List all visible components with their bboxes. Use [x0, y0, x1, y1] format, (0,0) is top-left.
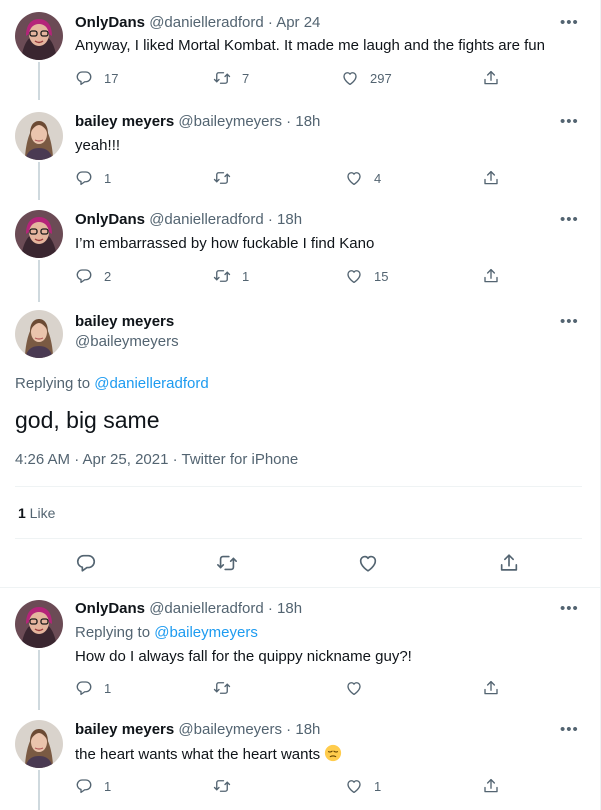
tweet-header: bailey meyers @baileymeyers · 18h: [75, 720, 320, 740]
display-name[interactable]: bailey meyers: [75, 313, 174, 330]
reply-icon: [75, 552, 97, 574]
timestamp[interactable]: 18h: [277, 600, 302, 617]
tweet-text: the heart wants what the heart wants: [75, 744, 342, 765]
like-total: 1: [18, 505, 26, 521]
tweet-header: OnlyDans @danielleradford · 18h: [75, 599, 302, 619]
tweet-text: god, big same: [15, 407, 160, 433]
thread-line: [38, 650, 40, 710]
reply-icon: [75, 679, 93, 697]
tweet-actions: 1: [75, 678, 515, 698]
share-button[interactable]: [482, 776, 500, 796]
pensive-face-emoji-icon: [325, 744, 342, 762]
replying-to: Replying to @danielleradford: [15, 374, 209, 394]
share-icon: [498, 552, 520, 574]
user-handle[interactable]: @baileymeyers: [75, 333, 179, 350]
like-button[interactable]: [345, 678, 374, 698]
retweet-icon: [213, 679, 231, 697]
like-summary[interactable]: 1 Like: [18, 503, 55, 523]
more-options-icon[interactable]: •••: [560, 722, 582, 741]
separator: ·: [282, 721, 296, 738]
tweet-text: How do I always fall for the quippy nick…: [75, 648, 412, 665]
retweet-button[interactable]: [216, 551, 238, 575]
reply-icon: [75, 777, 93, 795]
share-button[interactable]: [482, 678, 500, 698]
reply-count: 1: [104, 778, 112, 794]
retweet-icon: [216, 552, 238, 574]
main-tweet-actions: [75, 551, 515, 575]
avatar[interactable]: [15, 310, 63, 358]
more-options-icon[interactable]: •••: [560, 601, 582, 620]
user-handle[interactable]: @danielleradford: [149, 600, 263, 617]
thread-line: [38, 770, 40, 810]
retweet-icon: [213, 777, 231, 795]
main-tweet: bailey meyers @baileymeyers ••• Replying…: [0, 0, 600, 587]
divider: [15, 486, 582, 487]
replying-to-label: Replying to: [15, 375, 95, 392]
reply-button[interactable]: 1: [75, 776, 111, 796]
user-handle[interactable]: @baileymeyers: [178, 721, 282, 738]
like-icon: [345, 777, 363, 795]
reply-2[interactable]: bailey meyers @baileymeyers · 18h ••• th…: [0, 708, 600, 810]
more-options-icon[interactable]: •••: [560, 314, 582, 333]
like-icon: [345, 679, 363, 697]
like-count: 1: [374, 778, 382, 794]
share-icon: [482, 679, 500, 697]
separator: ·: [263, 600, 278, 617]
tweet-text-content: the heart wants what the heart wants: [75, 746, 321, 763]
reply-button[interactable]: 1: [75, 678, 111, 698]
replying-to-link[interactable]: @danielleradford: [94, 375, 208, 392]
retweet-button[interactable]: [213, 678, 242, 698]
divider: [15, 538, 582, 539]
like-label: Like: [25, 505, 56, 521]
display-name[interactable]: bailey meyers: [75, 721, 174, 738]
like-button[interactable]: [357, 551, 379, 575]
display-name[interactable]: OnlyDans: [75, 600, 145, 617]
replying-to: Replying to @baileymeyers: [75, 623, 258, 643]
share-button[interactable]: [498, 551, 520, 575]
like-button[interactable]: 1: [345, 776, 381, 796]
timestamp[interactable]: 18h: [295, 721, 320, 738]
tweet-timestamp[interactable]: 4:26 AM · Apr 25, 2021 · Twitter for iPh…: [15, 450, 298, 470]
avatar[interactable]: [15, 600, 63, 648]
reply-1[interactable]: OnlyDans @danielleradford · 18h ••• Repl…: [0, 588, 600, 710]
share-icon: [482, 777, 500, 795]
avatar[interactable]: [15, 720, 63, 768]
reply-count: 1: [104, 680, 112, 696]
replying-to-link[interactable]: @baileymeyers: [154, 624, 258, 641]
tweet-actions: 1 1: [75, 776, 515, 796]
like-icon: [357, 552, 379, 574]
reply-button[interactable]: [75, 551, 97, 575]
replying-to-label: Replying to: [75, 624, 155, 641]
retweet-button[interactable]: [213, 776, 242, 796]
